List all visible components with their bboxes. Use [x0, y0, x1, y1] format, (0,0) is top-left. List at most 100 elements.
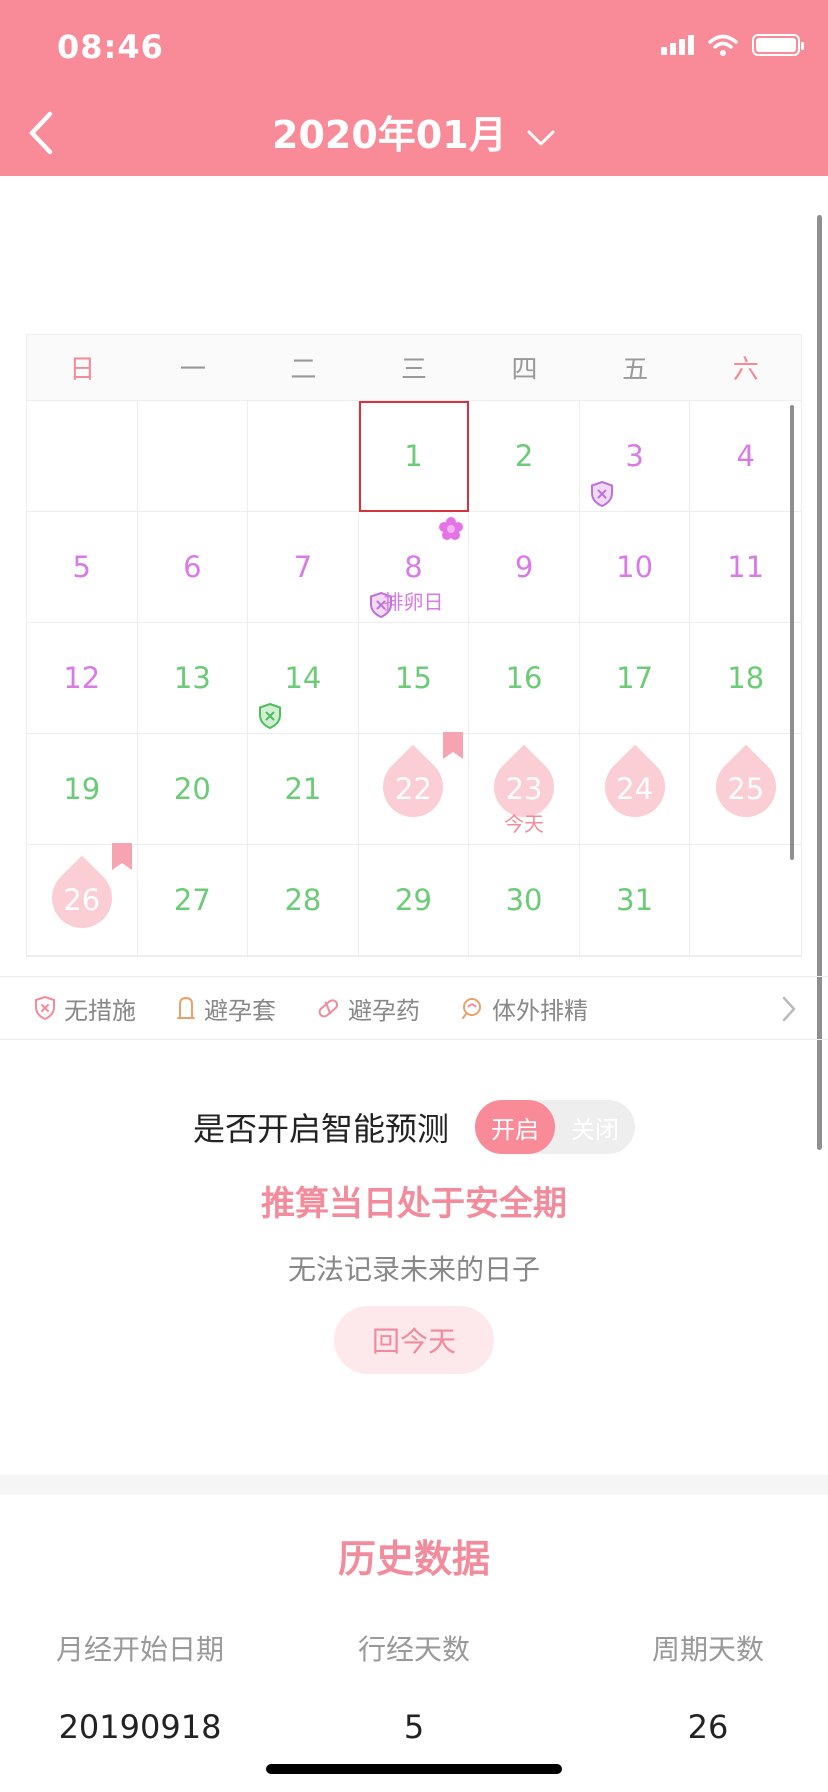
- weekday-tue: 二: [290, 355, 317, 385]
- shield-x-icon: [590, 480, 614, 508]
- smart-prediction-label: 是否开启智能预测: [192, 1110, 449, 1148]
- calendar-day[interactable]: 11: [690, 512, 801, 623]
- legend-pill: 避孕药: [316, 991, 420, 1026]
- smart-prediction-row: 是否开启智能预测 开启 关闭: [0, 1100, 828, 1154]
- calendar-day[interactable]: 17: [579, 623, 691, 734]
- signal-icon: [661, 35, 694, 55]
- day-number: 6: [183, 550, 202, 584]
- history-cycle-days: 26: [687, 1708, 729, 1746]
- condom-icon: [177, 996, 195, 1019]
- day-number: 27: [173, 883, 211, 917]
- calendar-day[interactable]: 13: [137, 623, 249, 734]
- day-number: 21: [284, 772, 322, 806]
- day-number: 15: [395, 661, 432, 695]
- calendar-day[interactable]: 7: [248, 512, 359, 623]
- calendar-empty-cell: [690, 845, 801, 956]
- calendar-day[interactable]: 16: [469, 623, 580, 734]
- history-title: 历史数据: [337, 1537, 490, 1581]
- legend-label: 避孕药: [348, 996, 420, 1025]
- calendar-day[interactable]: 29: [358, 845, 470, 956]
- day-number: 20: [173, 772, 211, 806]
- bookmark-flag-icon: [442, 732, 464, 760]
- withdrawal-icon: [462, 998, 481, 1019]
- ovulation-flower-icon: [438, 516, 464, 542]
- calendar-day[interactable]: 9: [469, 512, 580, 623]
- calendar-day[interactable]: 30: [469, 845, 580, 956]
- weekday-thu: 四: [511, 355, 538, 385]
- day-number: 9: [514, 550, 534, 584]
- toggle-on[interactable]: 开启: [475, 1100, 555, 1154]
- smart-prediction-toggle[interactable]: 开启 关闭: [475, 1100, 635, 1154]
- day-number: 26: [63, 883, 101, 917]
- calendar-day[interactable]: 21: [248, 734, 359, 845]
- day-number: 19: [63, 772, 101, 806]
- day-number: 30: [505, 883, 543, 917]
- calendar-day[interactable]: 3: [579, 401, 691, 512]
- calendar-day[interactable]: 6: [137, 512, 249, 623]
- calendar-day[interactable]: 28: [248, 845, 359, 956]
- chevron-right-icon[interactable]: [780, 995, 798, 1023]
- calendar-day[interactable]: 4: [690, 401, 801, 512]
- calendar-day[interactable]: 15: [358, 623, 470, 734]
- day-number: 4: [736, 439, 755, 473]
- ovulation-day-label: 排卵日: [383, 590, 444, 614]
- calendar-day[interactable]: 20: [137, 734, 249, 845]
- day-number: 16: [505, 661, 543, 695]
- weekday-fri: 五: [622, 355, 649, 385]
- legend-bar[interactable]: 无措施 避孕套 避孕药 体外排精: [0, 976, 828, 1040]
- prediction-note: 无法记录未来的日子: [287, 1253, 540, 1286]
- battery-icon: [752, 34, 804, 56]
- day-number: 13: [173, 661, 211, 695]
- month-selector[interactable]: 2020年01月: [0, 104, 828, 159]
- calendar-day[interactable]: 10: [579, 512, 691, 623]
- calendar-day[interactable]: 1: [358, 401, 470, 512]
- calendar-day[interactable]: 2: [469, 401, 580, 512]
- weekday-sat: 六: [732, 355, 759, 385]
- history-period-days: 5: [403, 1708, 425, 1746]
- bookmark-flag-icon: [111, 843, 133, 871]
- pill-icon: [318, 999, 339, 1018]
- calendar-day[interactable]: 8 排卵日: [358, 512, 470, 623]
- calendar-day[interactable]: 27: [137, 845, 249, 956]
- day-number: 5: [72, 550, 91, 584]
- calendar-scrollbar[interactable]: [790, 405, 794, 860]
- day-number: 28: [284, 883, 322, 917]
- history-header-cycle-days: 周期天数: [651, 1633, 764, 1666]
- day-number: 8: [404, 550, 423, 584]
- section-divider: [0, 1475, 828, 1495]
- day-number: 3: [625, 439, 644, 473]
- app-header: 08:46 2020年01月: [0, 0, 828, 176]
- calendar: 日 一 二 三 四 五 六 1 2 3 4 5 6 7 8 排卵日 9 10 11 12 13 14 15 16…: [26, 334, 802, 957]
- shield-x-icon: [258, 702, 282, 730]
- history-header-start-date: 月经开始日期: [55, 1633, 224, 1666]
- day-number: 29: [395, 883, 432, 917]
- calendar-day[interactable]: 25: [690, 734, 801, 845]
- calendar-grid: 1 2 3 4 5 6 7 8 排卵日 9 10 11 12 13 14 15 16 17 18 19 20 21 22 23…: [27, 401, 801, 956]
- day-number: 2: [514, 439, 534, 473]
- calendar-day[interactable]: 12: [27, 623, 138, 734]
- chevron-down-icon: [527, 130, 555, 145]
- legend-condom: 避孕套: [176, 991, 276, 1026]
- calendar-day[interactable]: 5: [27, 512, 138, 623]
- calendar-day[interactable]: 19: [27, 734, 138, 845]
- day-number: 18: [727, 661, 765, 695]
- calendar-day[interactable]: 24: [579, 734, 691, 845]
- calendar-day[interactable]: 22: [358, 732, 470, 845]
- prediction-status: 推算当日处于安全期: [261, 1184, 567, 1224]
- day-number: 25: [727, 772, 765, 806]
- calendar-day[interactable]: 18: [690, 623, 801, 734]
- calendar-day[interactable]: 26: [27, 843, 138, 956]
- home-indicator: [266, 1764, 562, 1774]
- day-number: 14: [284, 661, 322, 695]
- page-title: 2020年01月: [272, 113, 507, 157]
- status-time: 08:46: [57, 28, 164, 66]
- status-icons: [661, 34, 804, 56]
- history-header-period-days: 行经天数: [357, 1633, 470, 1666]
- day-number: 31: [616, 883, 654, 917]
- calendar-day[interactable]: 31: [579, 845, 691, 956]
- toggle-off[interactable]: 关闭: [555, 1100, 635, 1154]
- calendar-day[interactable]: 14: [248, 623, 359, 734]
- back-to-today-button[interactable]: 回今天: [334, 1306, 494, 1374]
- weekday-sun: 日: [69, 355, 96, 385]
- calendar-day[interactable]: 23 今天: [469, 734, 580, 845]
